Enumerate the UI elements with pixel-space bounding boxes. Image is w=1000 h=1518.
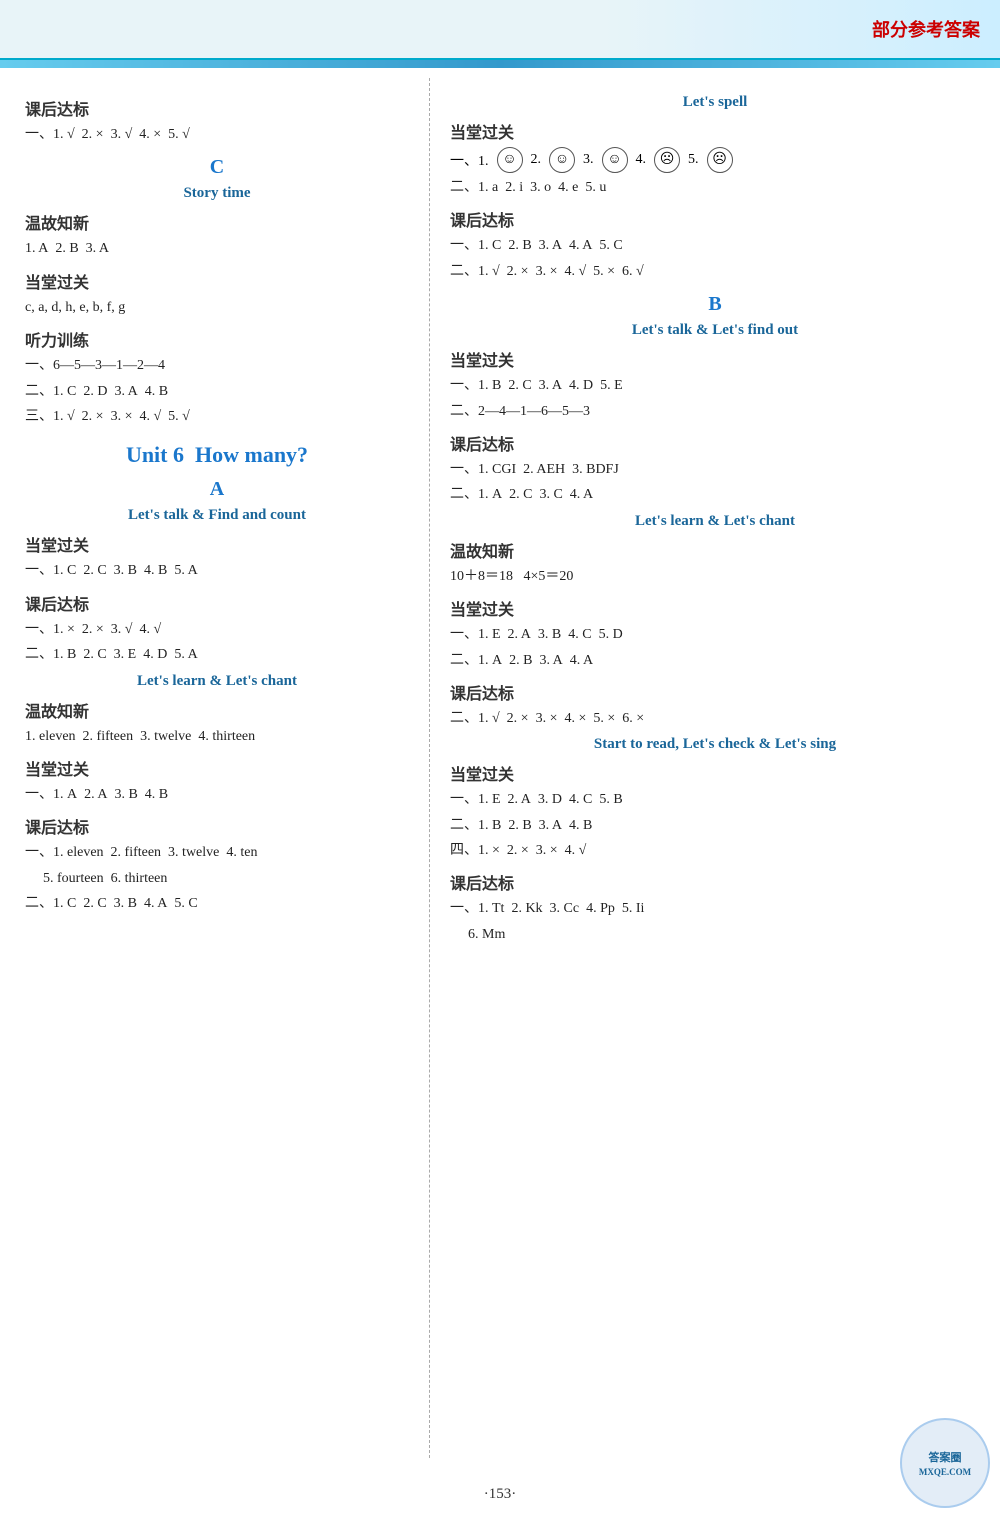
section-story-time: Story time bbox=[25, 185, 409, 202]
content-kehoudabiao-a2-1: 一、1. eleven 2. fifteen 3. twelve 4. ten bbox=[25, 842, 409, 864]
label-2: 2. bbox=[531, 152, 542, 168]
content-wengu: 1. A 2. B 3. A bbox=[25, 238, 409, 260]
content-kehoudabiao-spell-2: 二、1. √ 2. × 3. × 4. √ 5. × 6. √ bbox=[450, 261, 980, 283]
content-kehoudabiao-read-1: 一、1. Tt 2. Kk 3. Cc 4. Pp 5. Ii bbox=[450, 898, 980, 920]
content-dangdang-c: c, a, d, h, e, b, f, g bbox=[25, 297, 409, 319]
emoji-4: ☹ bbox=[654, 147, 680, 173]
title-kehoudabiao-b: 课后达标 bbox=[450, 431, 980, 455]
content-dangdang-b1: 一、1. B 2. C 3. A 4. D 5. E bbox=[450, 375, 980, 397]
section-dangdang-a2: 当堂过关 一、1. A 2. A 3. B 4. B bbox=[25, 756, 409, 806]
title-dangdang-read: 当堂过关 bbox=[450, 761, 980, 785]
emoji-1: ☺ bbox=[497, 147, 523, 173]
title-kehoudabiao-b2: 课后达标 bbox=[450, 680, 980, 704]
watermark: 答案圈 MXQE.COM bbox=[900, 1418, 990, 1508]
content-kehoudabiao-b2: 二、1. A 2. C 3. C 4. A bbox=[450, 484, 980, 506]
section-lets-learn-chant-a: Let's learn & Let's chant bbox=[25, 673, 409, 690]
content-spell-2: 二、1. a 2. i 3. o 4. e 5. u bbox=[450, 177, 980, 199]
content-kehoudabiao-a1: 一、1. × 2. × 3. √ 4. √ bbox=[25, 619, 409, 641]
content-dangdang-a2: 一、1. A 2. A 3. B 4. B bbox=[25, 784, 409, 806]
title-dangdang-c: 当堂过关 bbox=[25, 269, 409, 293]
emoji-2: ☺ bbox=[549, 147, 575, 173]
content-tingli-1: 一、6—5—3—1—2—4 bbox=[25, 355, 409, 377]
unit6-title: Unit 6 How many? bbox=[25, 442, 409, 468]
content-kehoudabiao-read-2: 6. Mm bbox=[468, 924, 980, 946]
section-dangdang-b: 当堂过关 一、1. B 2. C 3. A 4. D 5. E 二、2—4—1—… bbox=[450, 347, 980, 423]
letter-C: C bbox=[25, 156, 409, 179]
content-dangdang-read-3: 四、1. × 2. × 3. × 4. √ bbox=[450, 840, 980, 862]
title-tingli: 听力训练 bbox=[25, 327, 409, 351]
section-kehoudabiao-b: 课后达标 一、1. CGI 2. AEH 3. BDFJ 二、1. A 2. C… bbox=[450, 431, 980, 507]
content-kehoudabiao-spell-1: 一、1. C 2. B 3. A 4. A 5. C bbox=[450, 235, 980, 257]
label-4: 4. bbox=[636, 152, 647, 168]
title-dangdang-a2: 当堂过关 bbox=[25, 756, 409, 780]
section-kehoudabiao-a: 课后达标 一、1. × 2. × 3. √ 4. √ 二、1. B 2. C 3… bbox=[25, 591, 409, 667]
page-header: 部分参考答案 bbox=[0, 0, 1000, 60]
content-kehoudabiao-a2: 二、1. B 2. C 3. E 4. D 5. A bbox=[25, 644, 409, 666]
section-wengu-zhixin-a: 温故知新 1. eleven 2. fifteen 3. twelve 4. t… bbox=[25, 698, 409, 748]
title-dangdang-spell: 当堂过关 bbox=[450, 119, 980, 143]
title-dangdang-a: 当堂过关 bbox=[25, 532, 409, 556]
header-title: 部分参考答案 bbox=[872, 16, 980, 42]
content-kehoudabiao-a2-2: 5. fourteen 6. thirteen bbox=[43, 868, 409, 890]
content-line: 一、1. √ 2. × 3. √ 4. × 5. √ bbox=[25, 124, 409, 146]
content-dangdang-b2-1: 一、1. E 2. A 3. B 4. C 5. D bbox=[450, 624, 980, 646]
letter-A: A bbox=[25, 478, 409, 501]
section-wengu-zhixin: 温故知新 1. A 2. B 3. A bbox=[25, 210, 409, 260]
label-5: 5. bbox=[688, 152, 699, 168]
section-dangdang-c: 当堂过关 c, a, d, h, e, b, f, g bbox=[25, 269, 409, 319]
section-dangdang-read: 当堂过关 一、1. E 2. A 3. D 4. C 5. B 二、1. B 2… bbox=[450, 761, 980, 862]
decorative-line bbox=[0, 60, 1000, 68]
letter-B: B bbox=[450, 293, 980, 316]
title-wengu-zhixin-a: 温故知新 bbox=[25, 698, 409, 722]
section-lets-talk-find-count: Let's talk & Find and count bbox=[25, 507, 409, 524]
page: 部分参考答案 课后达标 一、1. √ 2. × 3. √ 4. × 5. √ C… bbox=[0, 0, 1000, 1518]
title-kehoudabiao-read: 课后达标 bbox=[450, 870, 980, 894]
section-dangdang-a: 当堂过关 一、1. C 2. C 3. B 4. B 5. A bbox=[25, 532, 409, 582]
emoji-3: ☺ bbox=[602, 147, 628, 173]
main-content: 课后达标 一、1. √ 2. × 3. √ 4. × 5. √ C Story … bbox=[0, 68, 1000, 1468]
title-wengu-zhixin: 温故知新 bbox=[25, 210, 409, 234]
label-yi: 一、1. bbox=[450, 150, 489, 170]
content-dangdang-read-1: 一、1. E 2. A 3. D 4. C 5. B bbox=[450, 789, 980, 811]
title-kehoudabiao-a: 课后达标 bbox=[25, 591, 409, 615]
content-dangdang-a: 一、1. C 2. C 3. B 4. B 5. A bbox=[25, 560, 409, 582]
content-kehoudabiao-a2-3: 二、1. C 2. C 3. B 4. A 5. C bbox=[25, 893, 409, 915]
section-kehoudabiao-prev: 课后达标 一、1. √ 2. × 3. √ 4. × 5. √ bbox=[25, 96, 409, 146]
content-dangdang-b2: 二、2—4—1—6—5—3 bbox=[450, 401, 980, 423]
content-dangdang-b2-2: 二、1. A 2. B 3. A 4. A bbox=[450, 650, 980, 672]
content-kehoudabiao-b2-1: 二、1. √ 2. × 3. × 4. × 5. × 6. × bbox=[450, 708, 980, 730]
emoji-answers: 一、1. ☺ 2. ☺ 3. ☺ 4. ☹ 5. ☹ bbox=[450, 147, 980, 173]
section-lets-learn-chant-b: Let's learn & Let's chant bbox=[450, 513, 980, 530]
title-wengu-zhixin-b: 温故知新 bbox=[450, 538, 980, 562]
content-wengu-b: 10＋8＝18 4×5＝20 bbox=[450, 566, 980, 588]
title-kehoudabiao-a2: 课后达标 bbox=[25, 814, 409, 838]
section-lets-talk-find-out: Let's talk & Let's find out bbox=[450, 322, 980, 339]
section-wengu-zhixin-b: 温故知新 10＋8＝18 4×5＝20 bbox=[450, 538, 980, 588]
section-kehoudabiao-spell: 课后达标 一、1. C 2. B 3. A 4. A 5. C 二、1. √ 2… bbox=[450, 207, 980, 283]
section-kehoudabiao-b2: 课后达标 二、1. √ 2. × 3. × 4. × 5. × 6. × bbox=[450, 680, 980, 730]
watermark-line2: MXQE.COM bbox=[919, 1467, 971, 1477]
content-tingli-3: 三、1. √ 2. × 3. × 4. √ 5. √ bbox=[25, 406, 409, 428]
section-start-to-read: Start to read, Let's check & Let's sing bbox=[450, 736, 980, 753]
section-lets-spell: Let's spell bbox=[450, 94, 980, 111]
title-dangdang-b2: 当堂过关 bbox=[450, 596, 980, 620]
content-tingli-2: 二、1. C 2. D 3. A 4. B bbox=[25, 381, 409, 403]
section-dangdang-spell: 当堂过关 一、1. ☺ 2. ☺ 3. ☺ 4. ☹ 5. ☹ 二、1. a 2… bbox=[450, 119, 980, 199]
title-kehoudabiao-spell: 课后达标 bbox=[450, 207, 980, 231]
section-kehoudabiao-read: 课后达标 一、1. Tt 2. Kk 3. Cc 4. Pp 5. Ii 6. … bbox=[450, 870, 980, 946]
section-tingli: 听力训练 一、6—5—3—1—2—4 二、1. C 2. D 3. A 4. B… bbox=[25, 327, 409, 428]
section-dangdang-b2: 当堂过关 一、1. E 2. A 3. B 4. C 5. D 二、1. A 2… bbox=[450, 596, 980, 672]
section-title-kehoudabiao-prev: 课后达标 bbox=[25, 96, 409, 120]
section-kehoudabiao-a2: 课后达标 一、1. eleven 2. fifteen 3. twelve 4.… bbox=[25, 814, 409, 915]
emoji-5: ☹ bbox=[707, 147, 733, 173]
content-wengu-a: 1. eleven 2. fifteen 3. twelve 4. thirte… bbox=[25, 726, 409, 748]
page-number: ·153· bbox=[0, 1486, 1000, 1503]
watermark-line1: 答案圈 bbox=[929, 1449, 962, 1465]
content-dangdang-read-2: 二、1. B 2. B 3. A 4. B bbox=[450, 815, 980, 837]
content-kehoudabiao-b1: 一、1. CGI 2. AEH 3. BDFJ bbox=[450, 459, 980, 481]
label-3: 3. bbox=[583, 152, 594, 168]
title-dangdang-b: 当堂过关 bbox=[450, 347, 980, 371]
left-column: 课后达标 一、1. √ 2. × 3. √ 4. × 5. √ C Story … bbox=[0, 78, 430, 1458]
right-column: Let's spell 当堂过关 一、1. ☺ 2. ☺ 3. ☺ 4. ☹ 5… bbox=[430, 78, 1000, 1458]
